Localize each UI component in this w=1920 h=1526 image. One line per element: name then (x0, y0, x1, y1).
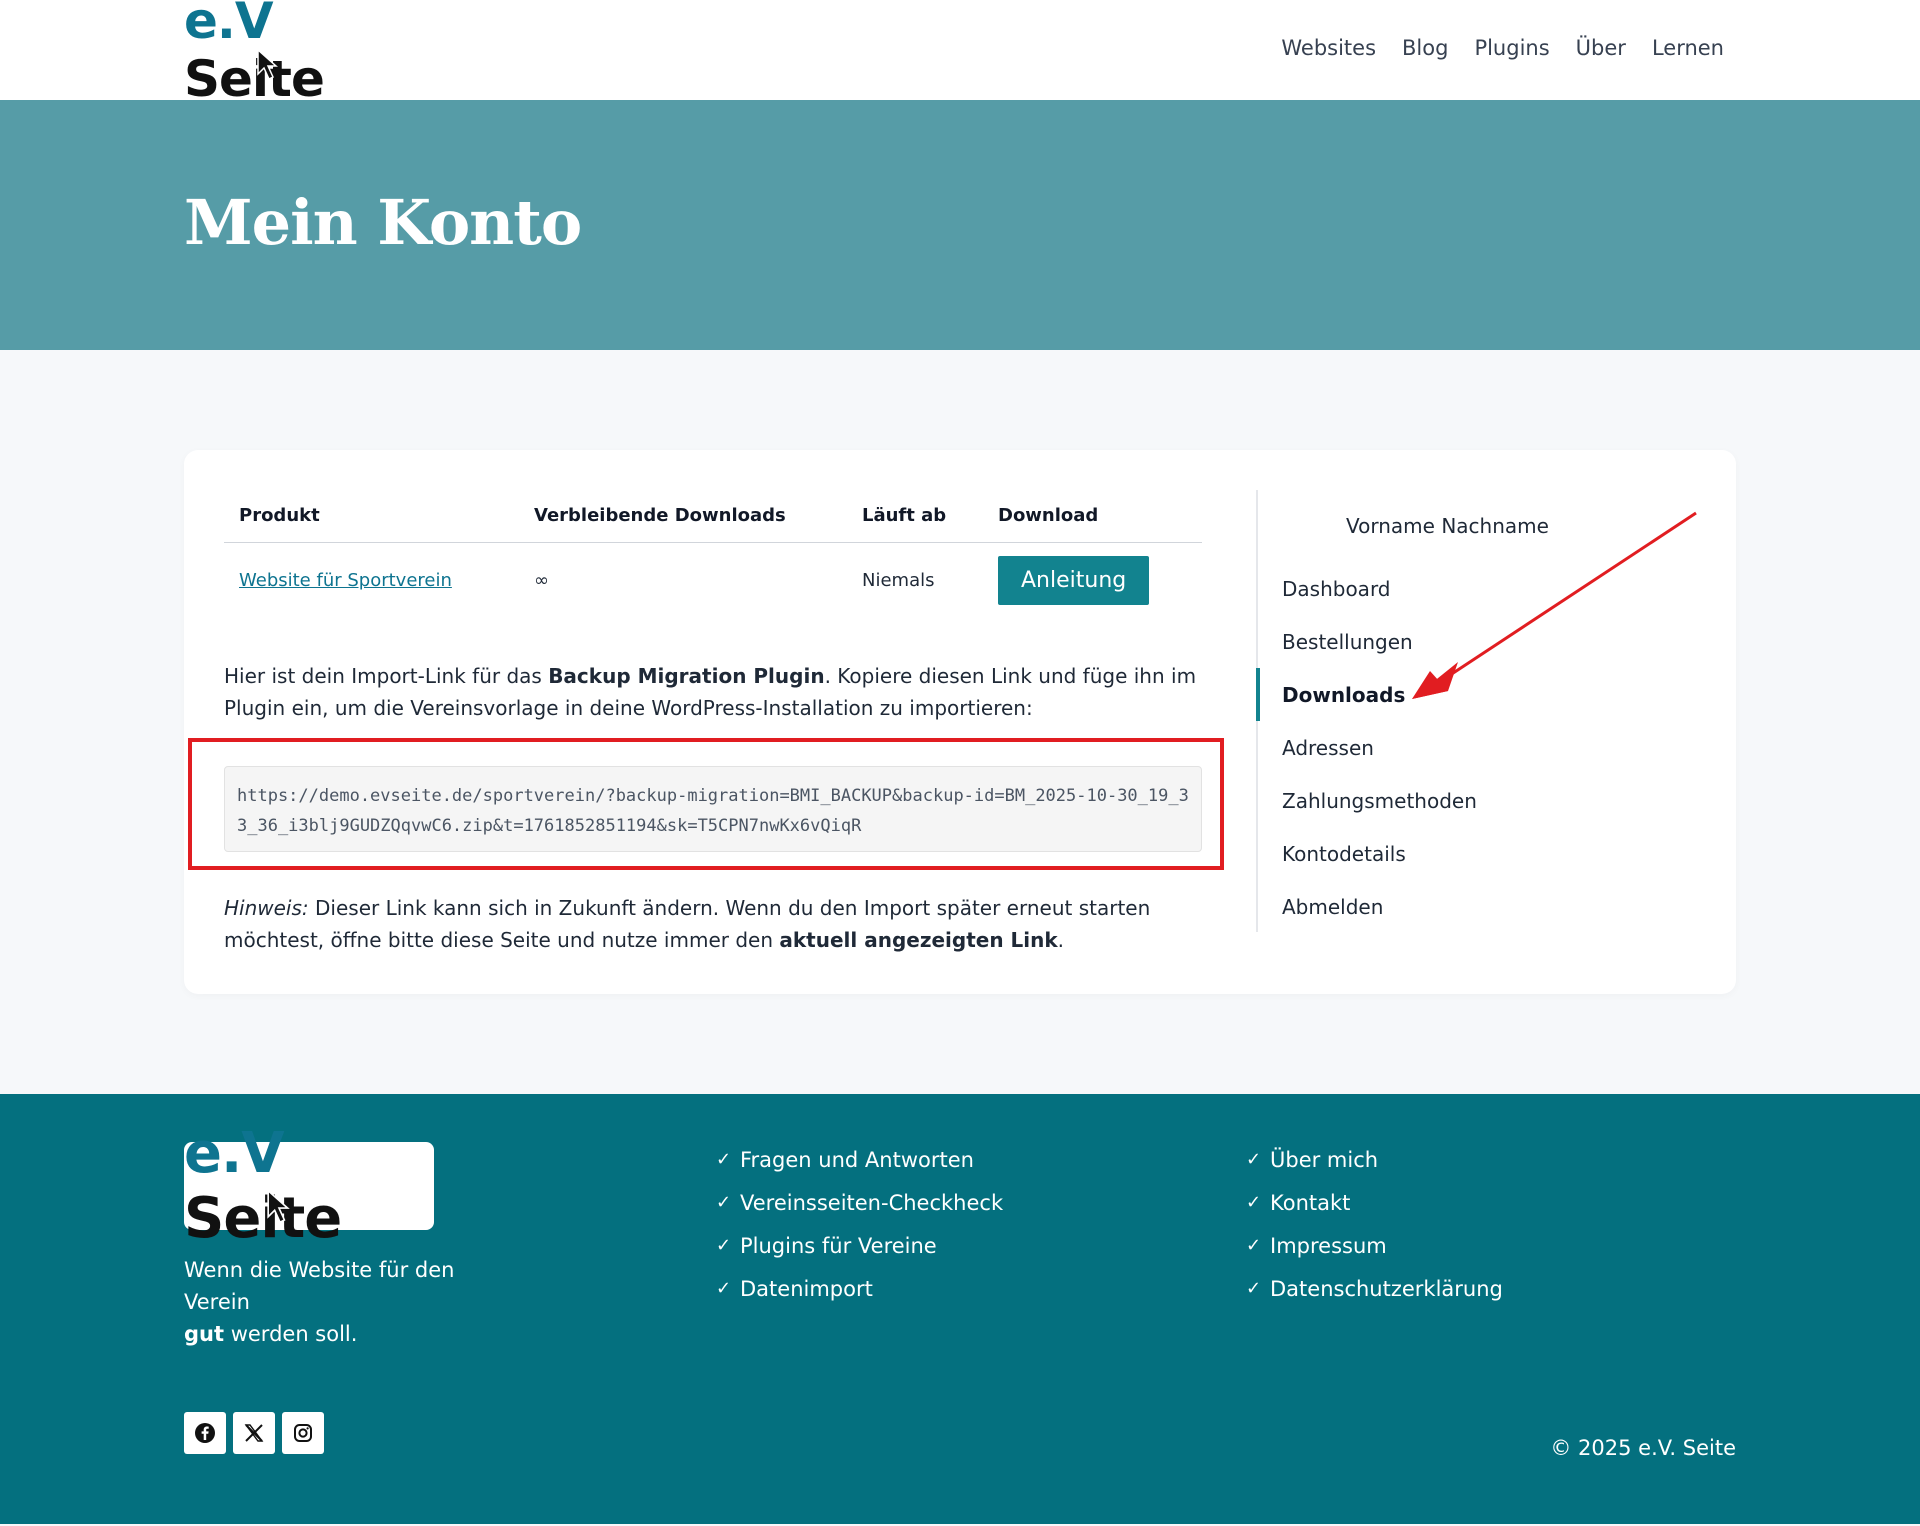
remaining-downloads: ∞ (534, 569, 549, 591)
footer-link-impressum[interactable]: ✓ Impressum (1246, 1224, 1503, 1267)
check-icon: ✓ (1246, 1235, 1262, 1256)
footer-link-label: Fragen und Antworten (740, 1147, 974, 1172)
note-emphasis: aktuell angezeigten Link (779, 928, 1058, 952)
anleitung-button[interactable]: Anleitung (998, 555, 1150, 605)
footer-link-ueber-mich[interactable]: ✓ Über mich (1246, 1138, 1503, 1181)
footer-link-label: Datenimport (740, 1276, 873, 1301)
annotation-arrow-icon (1412, 511, 1697, 699)
footer-link-label: Datenschutzerklärung (1270, 1276, 1503, 1301)
footer-link-label: Über mich (1270, 1147, 1379, 1172)
product-link[interactable]: Website für Sportverein (239, 570, 452, 591)
page-title: Mein Konto (184, 186, 582, 259)
downloads-table: Produkt Verbleibende Downloads Läuft ab … (224, 490, 1202, 618)
tagline-bold: gut (184, 1322, 225, 1346)
footer-link-kontakt[interactable]: ✓ Kontakt (1246, 1181, 1503, 1224)
check-icon: ✓ (716, 1278, 732, 1299)
footer-links-col1: ✓ Fragen und Antworten ✓ Vereinsseiten-Che… (716, 1138, 1003, 1310)
import-intro: Hier ist dein Import-Link für das Backup… (224, 660, 1202, 724)
plugin-name: Backup Migration Plugin (548, 664, 825, 688)
footer-link-label: Kontakt (1270, 1190, 1351, 1215)
footer-link-label: Impressum (1270, 1233, 1387, 1258)
footer-link-datenschutz[interactable]: ✓ Datenschutzerklärung (1246, 1267, 1503, 1310)
footer-link-plugins[interactable]: ✓ Plugins für Vereine (716, 1224, 1003, 1267)
expires-value: Niemals (862, 569, 935, 591)
account-nav-abmelden[interactable]: Abmelden (1258, 880, 1696, 933)
nav-plugins[interactable]: Plugins (1474, 36, 1549, 60)
col-laeuft-ab: Läuft ab (847, 490, 983, 543)
copyright-text: © 2025 e.V. Seite (1550, 1436, 1736, 1460)
check-icon: ✓ (1246, 1149, 1262, 1170)
table-row: Website für Sportverein ∞ Niemals Anleit… (224, 542, 1202, 618)
footer-link-label: Vereinsseiten-Checkheck (740, 1190, 1004, 1215)
footer-tagline: Wenn die Website für den Verein gut werd… (184, 1254, 524, 1350)
col-download: Download (983, 490, 1202, 543)
site-header: e.VSeite Websites Blog Plugins Über Lern… (0, 0, 1920, 108)
instagram-icon[interactable] (282, 1412, 324, 1454)
footer-cursor-icon (267, 1188, 290, 1224)
footer-link-checkheck[interactable]: ✓ Vereinsseiten-Checkheck (716, 1181, 1003, 1224)
footer-links-col2: ✓ Über mich ✓ Kontakt ✓ Impressum ✓ Datensch… (1246, 1138, 1503, 1310)
tagline-start: Wenn die Website für den Verein (184, 1258, 455, 1314)
table-header-row: Produkt Verbleibende Downloads Läuft ab … (224, 490, 1202, 543)
nav-ueber[interactable]: Über (1576, 36, 1626, 60)
nav-websites[interactable]: Websites (1281, 36, 1376, 60)
facebook-icon[interactable] (184, 1412, 226, 1454)
logo-wordmark: e.VSeite (184, 0, 325, 108)
account-nav-adressen[interactable]: Adressen (1258, 721, 1696, 774)
account-nav-zahlungsmethoden[interactable]: Zahlungsmethoden (1258, 774, 1696, 827)
note-label: Hinweis: (224, 896, 309, 920)
import-note: Hinweis: Dieser Link kann sich in Zukunf… (224, 892, 1202, 956)
import-link-field[interactable]: https://demo.evseite.de/sportverein/?bac… (224, 766, 1202, 852)
check-icon: ✓ (1246, 1192, 1262, 1213)
tagline-end: werden soll. (224, 1322, 358, 1346)
col-verbleibende-downloads: Verbleibende Downloads (519, 490, 847, 543)
intro-text-start: Hier ist dein Import-Link für das (224, 664, 549, 688)
footer-link-datenimport[interactable]: ✓ Datenimport (716, 1267, 1003, 1310)
check-icon: ✓ (716, 1192, 732, 1213)
site-logo[interactable]: e.VSeite (184, 0, 398, 108)
check-icon: ✓ (716, 1235, 732, 1256)
note-end: . (1057, 928, 1065, 952)
x-icon[interactable] (233, 1412, 275, 1454)
cursor-icon (257, 48, 278, 81)
footer-link-faq[interactable]: ✓ Fragen und Antworten (716, 1138, 1003, 1181)
col-produkt: Produkt (224, 490, 519, 543)
hero-banner: Mein Konto (0, 100, 1920, 350)
site-footer: e.VSeite Wenn die Website für den Verein… (0, 1094, 1920, 1524)
nav-lernen[interactable]: Lernen (1652, 36, 1724, 60)
check-icon: ✓ (1246, 1278, 1262, 1299)
nav-blog[interactable]: Blog (1402, 36, 1448, 60)
social-links (184, 1412, 324, 1454)
account-nav-kontodetails[interactable]: Kontodetails (1258, 827, 1696, 880)
footer-logo[interactable]: e.VSeite (184, 1121, 434, 1251)
main-nav: Websites Blog Plugins Über Lernen (1281, 36, 1724, 60)
footer-link-label: Plugins für Vereine (740, 1233, 937, 1258)
check-icon: ✓ (716, 1149, 732, 1170)
footer-logo-wordmark: e.VSeite (184, 1121, 342, 1251)
